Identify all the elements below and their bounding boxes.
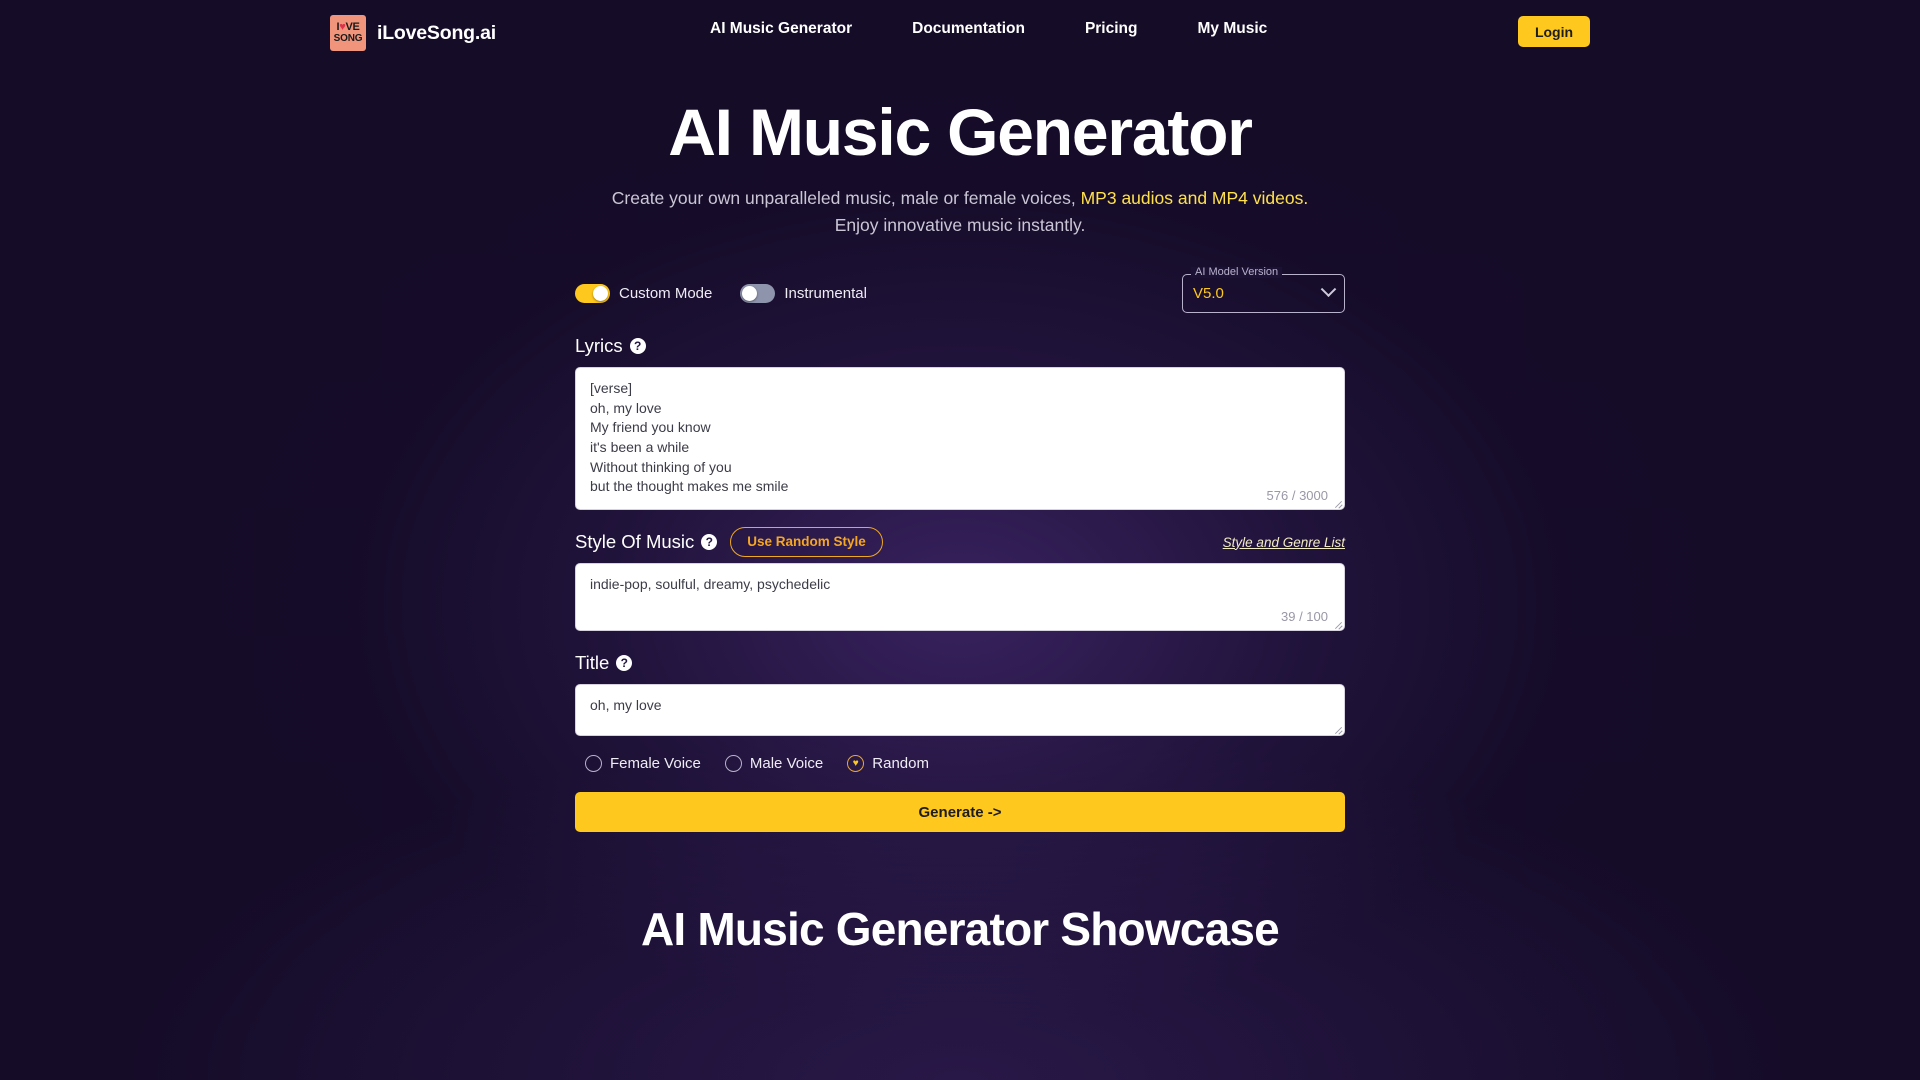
style-label: Style Of Music ? <box>575 531 718 553</box>
style-label-text: Style Of Music <box>575 531 695 553</box>
hero-section: AI Music Generator Create your own unpar… <box>0 95 1920 239</box>
style-input-wrap: 39 / 100 <box>575 563 1345 632</box>
lyrics-input[interactable] <box>575 367 1345 511</box>
hero-subtitle-line2: Enjoy innovative music instantly. <box>834 215 1086 236</box>
brand[interactable]: I ♥ VE SONG iLoveSong.ai <box>330 15 496 51</box>
ilovesong-logo-icon: I ♥ VE SONG <box>330 15 366 51</box>
style-input[interactable] <box>575 563 1345 632</box>
instrumental-toggle-wrap: Instrumental <box>740 283 867 303</box>
showcase-title: AI Music Generator Showcase <box>641 903 1280 956</box>
hero-subtitle: Create your own unparalleled music, male… <box>0 185 1920 239</box>
toggle-group: Custom Mode Instrumental <box>575 283 867 303</box>
page-title: AI Music Generator <box>668 95 1253 169</box>
toggle-knob <box>593 285 608 301</box>
heart-icon: ♥ <box>852 757 859 769</box>
chevron-down-icon <box>1320 281 1337 297</box>
lyrics-input-wrap: 576 / 3000 <box>575 367 1345 511</box>
help-icon[interactable]: ? <box>629 338 646 355</box>
lyrics-label: Lyrics ? <box>575 335 646 357</box>
style-and-genre-list-link[interactable]: Style and Genre List <box>1223 535 1345 550</box>
title-label-row: Title ? <box>575 649 1345 677</box>
lyrics-label-row: Lyrics ? <box>575 332 1345 360</box>
custom-mode-toggle-wrap: Custom Mode <box>575 283 713 303</box>
hero-subtitle-part1: Create your own unparalleled music, male… <box>611 187 1081 208</box>
lyrics-label-text: Lyrics <box>575 335 623 357</box>
ai-model-version-value: V5.0 <box>1193 284 1224 302</box>
voice-option-random[interactable]: ♥ Random <box>847 755 929 773</box>
brand-name: iLoveSong.ai <box>377 21 496 44</box>
custom-mode-toggle[interactable] <box>575 283 610 303</box>
showcase-section: AI Music Generator Showcase <box>0 902 1920 956</box>
voice-option-label: Female Voice <box>610 755 701 773</box>
nav-item-my-music[interactable]: My Music <box>1167 20 1297 38</box>
site-header: I ♥ VE SONG iLoveSong.ai AI Music Generato… <box>0 0 1920 68</box>
ai-model-version-legend: AI Model Version <box>1191 266 1283 278</box>
music-generator-form: Custom Mode Instrumental AI Model Versio… <box>575 266 1345 833</box>
nav-item-documentation[interactable]: Documentation <box>882 20 1055 38</box>
voice-options-group: Female Voice Male Voice ♥ Random <box>575 755 1345 773</box>
radio-icon-selected: ♥ <box>847 755 865 773</box>
voice-option-female[interactable]: Female Voice <box>585 755 701 773</box>
voice-option-label: Male Voice <box>749 755 824 773</box>
title-label: Title ? <box>575 652 633 674</box>
login-button[interactable]: Login <box>1518 16 1590 47</box>
ai-model-version-select[interactable]: V5.0 <box>1182 273 1345 313</box>
instrumental-label: Instrumental <box>784 284 867 302</box>
ai-model-version-field: AI Model Version V5.0 <box>1182 266 1345 313</box>
logo-text-ve: VE <box>345 21 360 33</box>
main-nav: AI Music Generator Documentation Pricing… <box>680 20 1297 38</box>
logo-text-song: SONG <box>333 33 363 44</box>
style-label-row: Style Of Music ? Use Random Style Style … <box>575 527 1345 557</box>
help-icon[interactable]: ? <box>701 534 718 551</box>
radio-icon <box>724 755 742 773</box>
help-icon[interactable]: ? <box>616 655 633 672</box>
hero-subtitle-highlight: MP3 audios and MP4 videos. <box>1080 187 1309 208</box>
use-random-style-button[interactable]: Use Random Style <box>730 527 883 557</box>
title-input-wrap <box>575 684 1345 737</box>
form-options-row: Custom Mode Instrumental AI Model Versio… <box>575 266 1345 314</box>
voice-option-label: Random <box>872 755 929 773</box>
voice-option-male[interactable]: Male Voice <box>724 755 824 773</box>
toggle-knob <box>742 285 758 301</box>
radio-icon <box>585 755 602 773</box>
title-input[interactable] <box>575 684 1345 737</box>
title-label-text: Title <box>575 652 610 674</box>
custom-mode-label: Custom Mode <box>619 284 713 302</box>
nav-item-pricing[interactable]: Pricing <box>1055 20 1168 38</box>
generate-button[interactable]: Generate -> <box>575 792 1345 833</box>
instrumental-toggle[interactable] <box>740 283 776 303</box>
nav-item-ai-music-generator[interactable]: AI Music Generator <box>680 20 882 38</box>
